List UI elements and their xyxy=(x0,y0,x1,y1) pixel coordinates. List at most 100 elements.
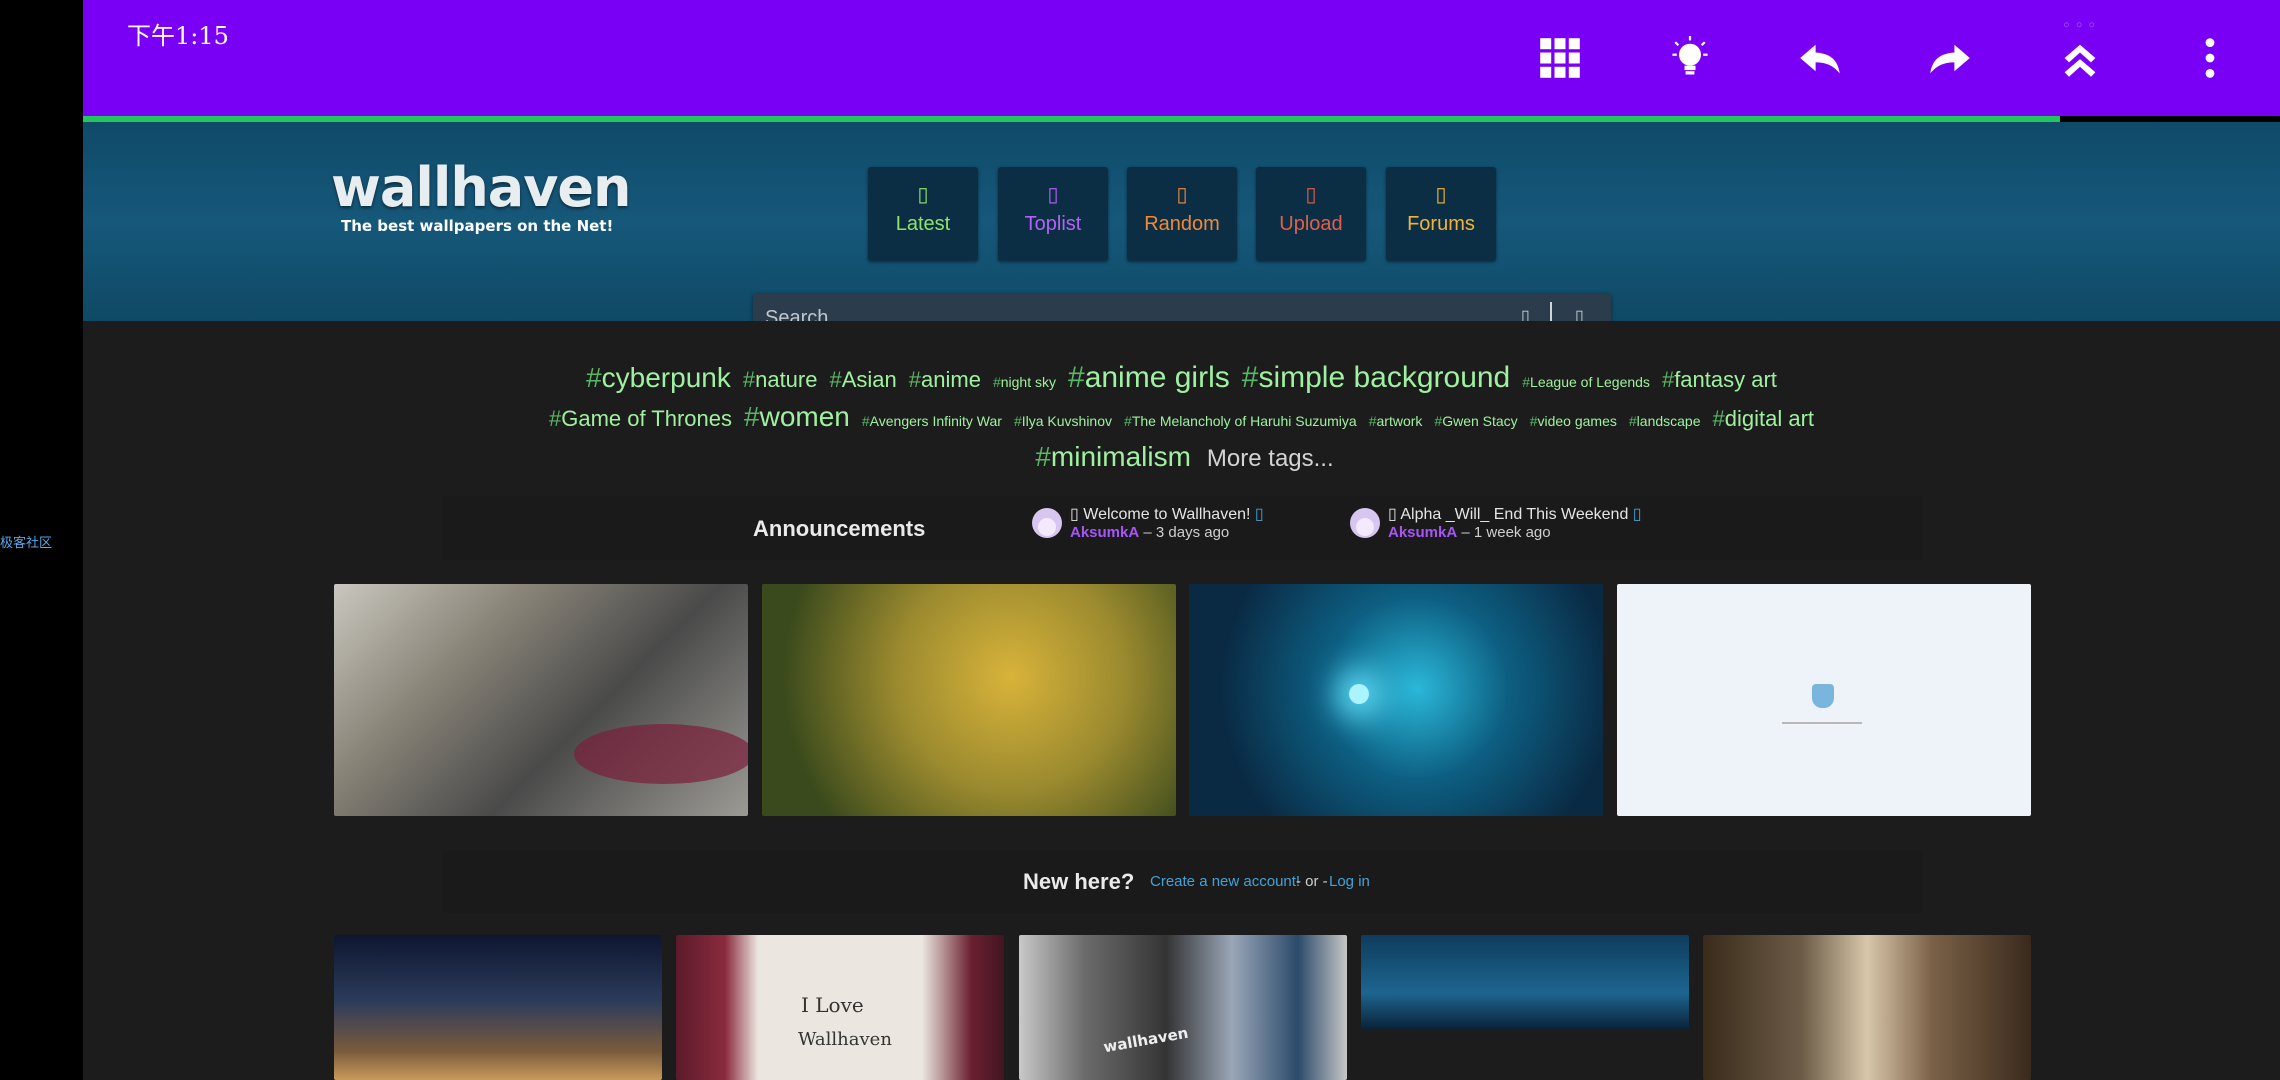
cyberpunk-girl-wallpaper[interactable] xyxy=(334,584,748,816)
tag-label: fantasy art xyxy=(1674,367,1777,392)
hash-mark: # xyxy=(586,362,602,393)
tag-label: minimalism xyxy=(1050,441,1191,472)
underwater-creature-wallpaper[interactable] xyxy=(1189,584,1603,816)
minimal-light-wallpaper[interactable] xyxy=(1617,584,2031,816)
tag-link[interactable]: #landscape xyxy=(1629,413,1701,429)
hash-mark: # xyxy=(1068,361,1085,394)
double-chevron-up-icon xyxy=(2064,44,2096,77)
tag-label: anime xyxy=(921,367,981,392)
tag-label: Asian xyxy=(841,367,897,392)
tag-label: anime girls xyxy=(1084,361,1230,394)
logo-wordmark: wallhaven xyxy=(331,156,631,219)
graffiti-wallpaper[interactable]: wallhaven xyxy=(1019,935,1347,1080)
side-label: 极客社区 xyxy=(0,536,53,551)
create-account-link[interactable]: Create a new account! xyxy=(1150,873,1300,890)
hash-mark: # xyxy=(908,367,922,392)
hash-mark: # xyxy=(1628,413,1637,429)
tag-link[interactable]: #fantasy art xyxy=(1662,367,1777,393)
hash-mark: # xyxy=(1522,374,1531,390)
tag-link[interactable]: #simple background xyxy=(1242,361,1511,395)
toplist-icon: ▯ xyxy=(1047,184,1059,206)
app-toolbar: 下午1:15 ◦ ◦ ◦ xyxy=(83,0,2280,116)
announcements-bar: Announcements ▯ Welcome to Wallhaven! ▯ … xyxy=(443,496,1923,560)
tag-link[interactable]: #anime girls xyxy=(1068,361,1230,395)
tag-link[interactable]: #minimalism xyxy=(1035,441,1191,473)
tag-link[interactable]: #Ilya Kuvshinov xyxy=(1014,413,1112,429)
tag-label: nature xyxy=(755,367,818,392)
milky-way-mountain-wallpaper[interactable] xyxy=(334,935,662,1080)
tag-label: landscape xyxy=(1636,413,1701,429)
left-dark-strip: 极客社区 xyxy=(0,0,83,1080)
nav-latest-label: Latest xyxy=(895,213,951,235)
tag-link[interactable]: #anime xyxy=(909,367,981,393)
tag-link[interactable]: #Game of Thrones xyxy=(549,406,732,432)
tag-label: cyberpunk xyxy=(601,362,731,393)
announcement-author[interactable]: AksumkA xyxy=(1388,524,1457,541)
hash-mark: # xyxy=(829,367,842,392)
tag-link[interactable]: #Gwen Stacy xyxy=(1434,413,1517,429)
nav-forums-label: Forums xyxy=(1407,213,1475,235)
nav-upload[interactable]: ▯ Upload xyxy=(1256,167,1366,261)
sign-text-line2: Wallhaven xyxy=(798,1029,892,1050)
tag-link[interactable]: #women xyxy=(744,401,850,433)
tag-link[interactable]: #The Melancholy of Haruhi Suzumiya xyxy=(1124,413,1357,429)
nav-random[interactable]: ▯ Random xyxy=(1127,167,1237,261)
tag-link[interactable]: #League of Legends xyxy=(1522,374,1650,390)
announcement-time: – 1 week ago xyxy=(1461,524,1551,541)
apps-grid-button[interactable] xyxy=(1532,30,1588,86)
giant-hands-wallpaper[interactable] xyxy=(762,584,1176,816)
announcement-title[interactable]: Welcome to Wallhaven! xyxy=(1083,506,1250,523)
tag-link[interactable]: #video games xyxy=(1530,413,1617,429)
wallhaven-logo[interactable]: wallhaven The best wallpapers on the Net… xyxy=(331,156,631,235)
tag-label: Game of Thrones xyxy=(561,406,733,431)
hash-mark: # xyxy=(992,374,1001,390)
tag-label: The Melancholy of Haruhi Suzumiya xyxy=(1131,413,1357,429)
announcement-author[interactable]: AksumkA xyxy=(1070,524,1139,541)
forest-light-wallpaper[interactable] xyxy=(1703,935,2031,1080)
announcements-title: Announcements xyxy=(753,516,926,541)
nav-forums[interactable]: ▯ Forums xyxy=(1386,167,1496,261)
avatar xyxy=(1032,508,1062,538)
tag-label: video games xyxy=(1537,413,1617,429)
back-button[interactable] xyxy=(1792,30,1848,86)
more-tags-link[interactable]: More tags... xyxy=(1207,445,1334,472)
forward-button[interactable] xyxy=(1922,30,1978,86)
hash-mark: # xyxy=(1241,361,1259,394)
tag-label: artwork xyxy=(1376,413,1423,429)
tag-link[interactable]: #nature xyxy=(743,367,818,393)
i-love-wallhaven-wallpaper[interactable]: I Love Wallhaven xyxy=(676,935,1004,1080)
scroll-top-button[interactable] xyxy=(2052,30,2108,86)
tag-row: #cyberpunk #nature #Asian #anime #night sky #… xyxy=(83,361,2280,401)
latest-icon: ▯ xyxy=(917,184,929,206)
tag-label: Avengers Infinity War xyxy=(869,413,1002,429)
login-link[interactable]: Log in xyxy=(1329,873,1370,890)
tag-label: Gwen Stacy xyxy=(1442,413,1518,429)
nav-latest[interactable]: ▯ Latest xyxy=(868,167,978,261)
tag-label: night sky xyxy=(1000,374,1056,390)
grid-icon xyxy=(1540,38,1580,78)
highway-interchange-wallpaper[interactable] xyxy=(1361,935,1689,1080)
tag-link[interactable]: #artwork xyxy=(1369,413,1423,429)
idea-button[interactable] xyxy=(1662,30,1718,86)
sign-text-line1: I Love xyxy=(801,993,864,1017)
nav-toplist[interactable]: ▯ Toplist xyxy=(998,167,1108,261)
tag-link[interactable]: #Asian xyxy=(829,367,896,393)
tag-label: digital art xyxy=(1724,406,1815,431)
hash-mark: # xyxy=(1712,406,1725,431)
more-button[interactable] xyxy=(2182,30,2238,86)
ann-pin-icon: ▯ xyxy=(1388,506,1401,523)
tag-link[interactable]: #Avengers Infinity War xyxy=(862,413,1002,429)
tag-link[interactable]: #digital art xyxy=(1713,406,1815,432)
tag-label: League of Legends xyxy=(1530,374,1650,390)
hash-mark: # xyxy=(1013,413,1022,429)
popular-tags: #cyberpunk #nature #Asian #anime #night sky #… xyxy=(83,361,2280,481)
nav-random-label: Random xyxy=(1144,213,1220,235)
ann-end-icon: ▯ xyxy=(1250,506,1264,523)
lightbulb-icon xyxy=(1672,36,1708,75)
tag-link[interactable]: #cyberpunk xyxy=(586,362,731,394)
tag-link[interactable]: #night sky xyxy=(993,374,1056,390)
announcement-title[interactable]: Alpha _Will_ End This Weekend xyxy=(1400,506,1628,523)
nav-upload-label: Upload xyxy=(1279,213,1343,235)
back-arrow-icon xyxy=(1800,44,1840,74)
announcement-time: – 3 days ago xyxy=(1143,524,1230,541)
